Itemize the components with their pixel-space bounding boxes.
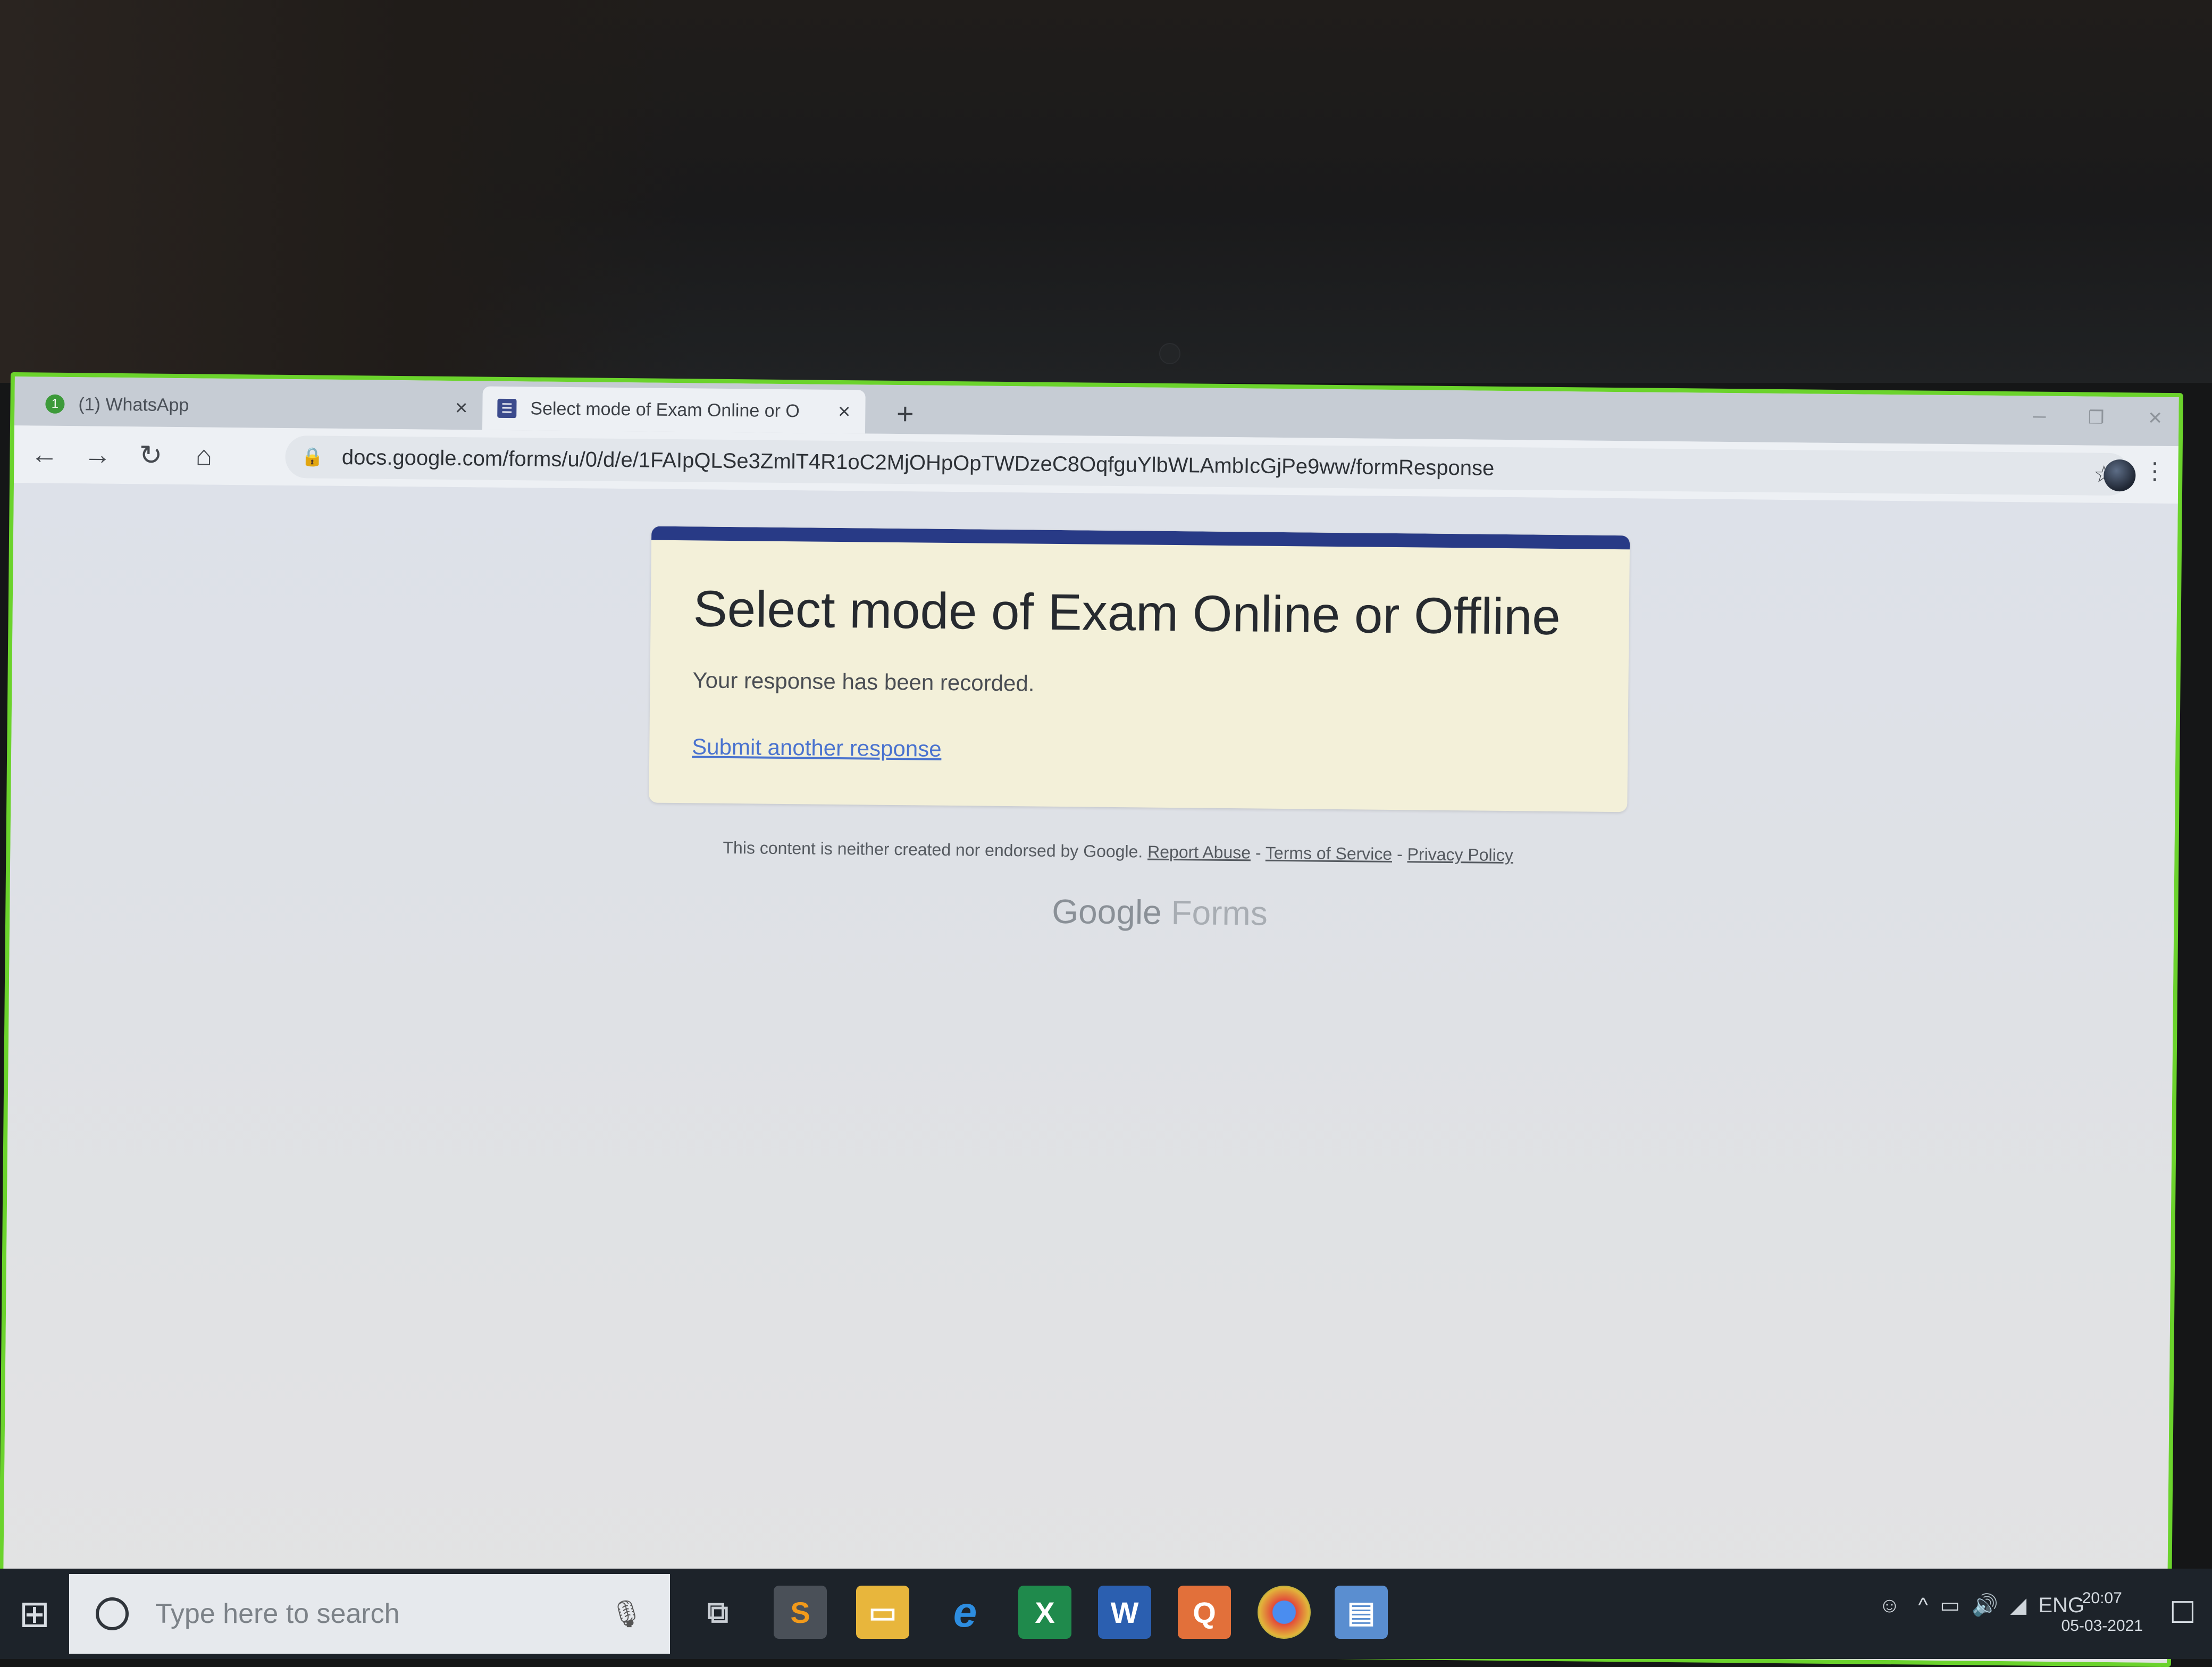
volume-icon[interactable]: 🔊 <box>1972 1594 1998 1617</box>
action-center-icon[interactable]: ☐ <box>2169 1595 2196 1630</box>
browser-window: 1 (1) WhatsApp × ☰ Select mode of Exam O… <box>0 372 2183 1667</box>
edge-icon[interactable]: e <box>939 1586 992 1639</box>
window-close-icon[interactable]: ✕ <box>2148 408 2163 429</box>
form-title: Select mode of Exam Online or Offline <box>693 580 1561 646</box>
cortana-icon <box>96 1597 129 1630</box>
forms-icon: ☰ <box>497 398 517 418</box>
taskbar-clock[interactable]: 20:07 05-03-2021 <box>2062 1585 2143 1640</box>
wifi-icon[interactable]: ◢ <box>2010 1594 2026 1617</box>
task-view-icon[interactable]: ⧉ <box>691 1586 744 1639</box>
search-placeholder: Type here to search <box>155 1598 400 1629</box>
windows-taskbar: ⊞ Type here to search 🎙 ⧉ S ▭ e X W Q ▤ … <box>0 1569 2212 1659</box>
page-content: Select mode of Exam Online or Offline Yo… <box>3 483 2178 1663</box>
word-icon[interactable]: W <box>1098 1586 1151 1639</box>
chrome-icon[interactable] <box>1258 1586 1311 1639</box>
quick-heal-icon[interactable]: Q <box>1178 1586 1231 1639</box>
brand-google: Google <box>1052 892 1162 932</box>
submit-another-link[interactable]: Submit another response <box>692 734 942 762</box>
windows-start-icon[interactable]: ⊞ <box>5 1579 64 1648</box>
separator: - <box>1392 844 1407 864</box>
system-tray: ☺ ^ ▭ 🔊 ◢ ENG <box>1879 1593 2084 1618</box>
clock-time: 20:07 <box>2082 1589 2122 1607</box>
brand-forms: Forms <box>1171 893 1268 933</box>
response-card: Select mode of Exam Online or Offline Yo… <box>649 526 1630 812</box>
disclaimer-text: This content is neither created nor endo… <box>723 837 1143 861</box>
close-icon[interactable]: × <box>455 396 468 420</box>
people-icon[interactable]: ☺ <box>1879 1594 1900 1617</box>
webcam <box>1159 343 1180 364</box>
google-forms-logo[interactable]: Google Forms <box>1052 892 1268 933</box>
microphone-icon[interactable]: 🎙 <box>610 1598 643 1630</box>
excel-icon[interactable]: X <box>1018 1586 1071 1639</box>
url-text[interactable]: docs.google.com/forms/u/0/d/e/1FAIpQLSe3… <box>342 445 2083 485</box>
home-icon[interactable]: ⌂ <box>181 433 227 479</box>
file-explorer-icon[interactable]: ▭ <box>856 1586 909 1639</box>
address-bar[interactable]: 🔒 docs.google.com/forms/u/0/d/e/1FAIpQLS… <box>285 435 2131 496</box>
terms-link[interactable]: Terms of Service <box>1266 843 1393 864</box>
sublime-text-icon[interactable]: S <box>774 1586 827 1639</box>
forward-icon[interactable]: → <box>74 432 121 478</box>
footer-disclaimer: This content is neither created nor endo… <box>723 838 1627 866</box>
separator: - <box>1250 843 1266 862</box>
maximize-icon[interactable]: ❐ <box>2088 407 2105 429</box>
profile-avatar[interactable] <box>2104 459 2136 492</box>
tab-whatsapp[interactable]: 1 (1) WhatsApp × <box>30 382 483 430</box>
lock-icon: 🔒 <box>301 447 324 467</box>
battery-icon[interactable]: ▭ <box>1940 1594 1960 1617</box>
tab-label: Select mode of Exam Online or O <box>530 398 800 421</box>
tab-label: (1) WhatsApp <box>78 393 189 415</box>
whatsapp-icon: 1 <box>45 394 65 414</box>
report-abuse-link[interactable]: Report Abuse <box>1147 842 1251 862</box>
close-icon[interactable]: × <box>838 399 851 423</box>
back-icon[interactable]: ← <box>21 431 68 478</box>
chevron-up-icon[interactable]: ^ <box>1918 1594 1928 1617</box>
tab-forms[interactable]: ☰ Select mode of Exam Online or O × <box>482 386 866 434</box>
background-wall <box>0 0 691 383</box>
new-tab-button[interactable]: + <box>886 395 924 432</box>
clock-date: 05-03-2021 <box>2061 1617 2143 1635</box>
privacy-link[interactable]: Privacy Policy <box>1407 844 1513 865</box>
reload-icon[interactable]: ↻ <box>128 432 174 479</box>
more-menu-icon[interactable]: ⋮ <box>2143 458 2166 485</box>
network-app-icon[interactable]: ▤ <box>1335 1586 1388 1639</box>
confirmation-message: Your response has been recorded. <box>692 667 1035 696</box>
minimize-icon[interactable]: ─ <box>2033 407 2046 428</box>
card-accent-bar <box>651 526 1630 550</box>
taskbar-search[interactable]: Type here to search 🎙 <box>69 1574 670 1654</box>
